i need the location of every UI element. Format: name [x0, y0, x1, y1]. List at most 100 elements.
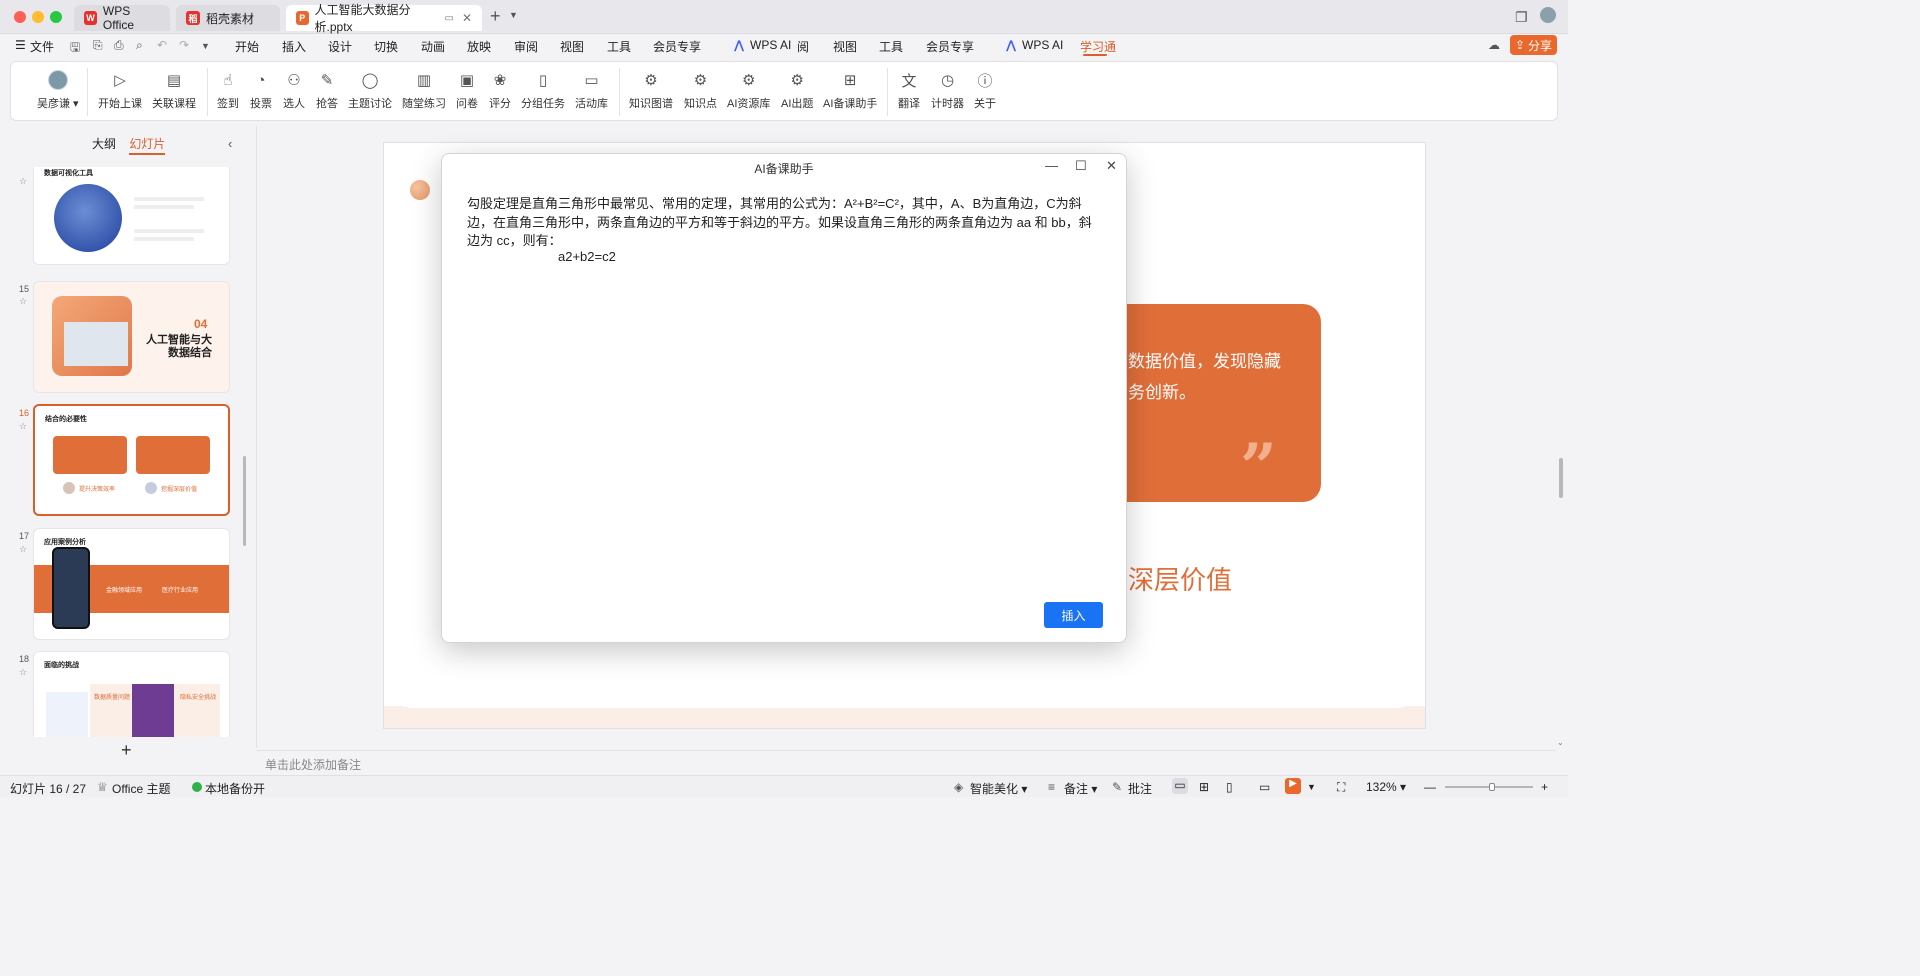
backup-status[interactable]: 本地备份开: [205, 780, 265, 797]
minimize-icon[interactable]: —: [1045, 158, 1058, 173]
menu-start[interactable]: 开始: [235, 38, 259, 55]
knowledge-graph-button[interactable]: ⚙ 知识图谱: [629, 70, 673, 111]
window-mode-icon[interactable]: ❐: [1515, 9, 1528, 26]
menu-read[interactable]: 阅: [797, 38, 809, 55]
user-avatar-icon[interactable]: [1540, 7, 1556, 23]
slide-thumbnail-17[interactable]: 应用案例分析 金融领域应用 医疗行业应用: [33, 528, 230, 640]
link-course-button[interactable]: ▤ 关联课程: [152, 70, 196, 111]
add-slide-button[interactable]: +: [121, 740, 132, 761]
slide-thumbnail-16[interactable]: 结合的必要性 提升决策效率 挖掘深层价值: [33, 404, 230, 516]
slide-orange-card[interactable]: [1100, 304, 1321, 502]
knowledge-point-button[interactable]: ⚙ 知识点: [684, 70, 717, 111]
canvas-scrollbar[interactable]: [1559, 458, 1563, 498]
grid-view-icon[interactable]: ⊞: [1199, 780, 1209, 794]
activity-library-button[interactable]: ▭ 活动库: [575, 70, 608, 111]
share-button[interactable]: ⇪ 分享: [1510, 35, 1557, 55]
rating-button[interactable]: ❀ 评分: [489, 70, 511, 111]
vote-button[interactable]: ◔ 投票: [250, 70, 272, 111]
signin-button[interactable]: ☝ 签到: [217, 70, 239, 111]
hamburger-icon[interactable]: ☰: [15, 38, 26, 52]
insert-button[interactable]: 插入: [1044, 602, 1103, 628]
topic-discussion-button[interactable]: ◯ 主题讨论: [348, 70, 392, 111]
menu-member[interactable]: 会员专享: [653, 38, 701, 55]
ai-lesson-assistant-button[interactable]: ⊞ AI备课助手: [823, 70, 877, 111]
scroll-down-icon[interactable]: ⌄: [1557, 738, 1564, 747]
tab-wps-office[interactable]: W WPS Office: [74, 4, 170, 32]
close-tab-icon[interactable]: ✕: [462, 11, 472, 25]
menu-review[interactable]: 审阅: [514, 38, 538, 55]
star-icon[interactable]: ☆: [19, 667, 27, 678]
zoom-in-icon[interactable]: +: [1541, 780, 1548, 794]
menu-file[interactable]: 文件: [30, 38, 54, 55]
screen-icon[interactable]: ▭: [444, 13, 453, 24]
menu-xuexitong[interactable]: 学习通: [1080, 38, 1116, 55]
close-window-button[interactable]: [14, 11, 26, 23]
tab-list-chevron-icon[interactable]: ▼: [509, 10, 518, 20]
cloud-upload-icon[interactable]: ☁: [1488, 38, 1500, 52]
more-chevron-icon[interactable]: ▼: [201, 41, 210, 51]
tab-daoke[interactable]: 稻 稻壳素材: [176, 5, 280, 31]
undo-icon[interactable]: ↶: [157, 38, 167, 52]
start-class-button[interactable]: ▷ 开始上课: [98, 70, 142, 111]
play-slideshow-button[interactable]: ▶: [1285, 778, 1301, 794]
pick-person-button[interactable]: ⚇ 选人: [283, 70, 305, 111]
menu-design[interactable]: 设计: [328, 38, 352, 55]
close-icon[interactable]: ✕: [1106, 158, 1117, 174]
fit-window-icon[interactable]: ⛶: [1337, 780, 1345, 795]
new-tab-icon[interactable]: +: [490, 6, 501, 27]
slide-thumbnail-18[interactable]: 面临的挑战 数据质量问题 隐私安全挑战: [33, 651, 230, 737]
quick-answer-button[interactable]: ✎ 抢答: [316, 70, 338, 111]
reading-view-icon[interactable]: ▯: [1226, 780, 1233, 794]
menu-insert[interactable]: 插入: [282, 38, 306, 55]
smart-beautify-button[interactable]: 智能美化 ▾: [970, 780, 1027, 797]
menu-wps-ai-2[interactable]: WPS AI: [1022, 38, 1063, 52]
translate-button[interactable]: 文翻译: [898, 70, 920, 111]
zoom-slider-handle[interactable]: [1489, 783, 1495, 791]
maximize-window-button[interactable]: [50, 11, 62, 23]
tab-slides[interactable]: 幻灯片: [129, 137, 166, 155]
star-icon[interactable]: ☆: [19, 176, 27, 187]
maximize-icon[interactable]: ☐: [1075, 158, 1087, 174]
zoom-level[interactable]: 132% ▾: [1366, 780, 1406, 794]
timer-button[interactable]: ◷ 计时器: [931, 70, 964, 111]
normal-view-icon[interactable]: ▭: [1172, 778, 1188, 794]
star-icon[interactable]: ☆: [19, 421, 27, 432]
zoom-out-icon[interactable]: —: [1424, 780, 1436, 794]
menu-view-2[interactable]: 视图: [833, 38, 857, 55]
menu-member-2[interactable]: 会员专享: [926, 38, 974, 55]
export-icon[interactable]: ⎘: [93, 38, 103, 53]
menu-view[interactable]: 视图: [560, 38, 584, 55]
slide-thumbnail-14[interactable]: 数据可视化工具: [33, 167, 230, 265]
notes-area[interactable]: 单击此处添加备注: [256, 750, 1556, 774]
questionnaire-button[interactable]: ▣ 问卷: [456, 70, 478, 111]
star-icon[interactable]: ☆: [19, 544, 27, 555]
notes-toggle-button[interactable]: 备注 ▾: [1064, 780, 1097, 797]
print-icon[interactable]: ⎙: [114, 38, 124, 53]
about-button[interactable]: ⓘ 关于: [974, 70, 996, 111]
user-profile-button[interactable]: 吴彦谦 ▾: [37, 70, 79, 111]
star-icon[interactable]: ☆: [19, 296, 27, 307]
preview-icon[interactable]: ⌕: [136, 38, 143, 53]
menu-wps-ai[interactable]: WPS AI: [750, 38, 791, 52]
menu-tools-2[interactable]: 工具: [879, 38, 903, 55]
menu-transition[interactable]: 切换: [374, 38, 398, 55]
in-class-exercise-button[interactable]: ▥ 随堂练习: [402, 70, 446, 111]
tab-document[interactable]: P 人工智能大数据分析.pptx ▭ ✕: [286, 3, 482, 34]
comments-button[interactable]: 批注: [1128, 780, 1152, 797]
theme-button[interactable]: Office 主题: [112, 780, 170, 797]
tab-outline[interactable]: 大纲: [92, 137, 116, 151]
minimize-window-button[interactable]: [32, 11, 44, 23]
formula-text[interactable]: a2+b2=c2: [558, 249, 616, 264]
menu-slideshow[interactable]: 放映: [467, 38, 491, 55]
group-task-button[interactable]: ▯ 分组任务: [521, 70, 565, 111]
play-options-chevron-icon[interactable]: ▼: [1307, 782, 1316, 792]
ai-resource-button[interactable]: ⚙ AI资源库: [727, 70, 770, 111]
menu-animation[interactable]: 动画: [421, 38, 445, 55]
collapse-panel-icon[interactable]: ‹: [228, 136, 232, 151]
redo-icon[interactable]: ↷: [179, 38, 189, 52]
save-icon[interactable]: 🖫: [70, 38, 80, 59]
presenter-icon[interactable]: ▭: [1259, 780, 1270, 794]
panel-scrollbar[interactable]: [243, 456, 246, 546]
generated-text[interactable]: 勾股定理是直角三角形中最常见、常用的定理，其常用的公式为：A²+B²=C²，其中…: [467, 195, 1103, 251]
slide-thumbnail-15[interactable]: 04 人工智能与大数据结合: [33, 281, 230, 393]
